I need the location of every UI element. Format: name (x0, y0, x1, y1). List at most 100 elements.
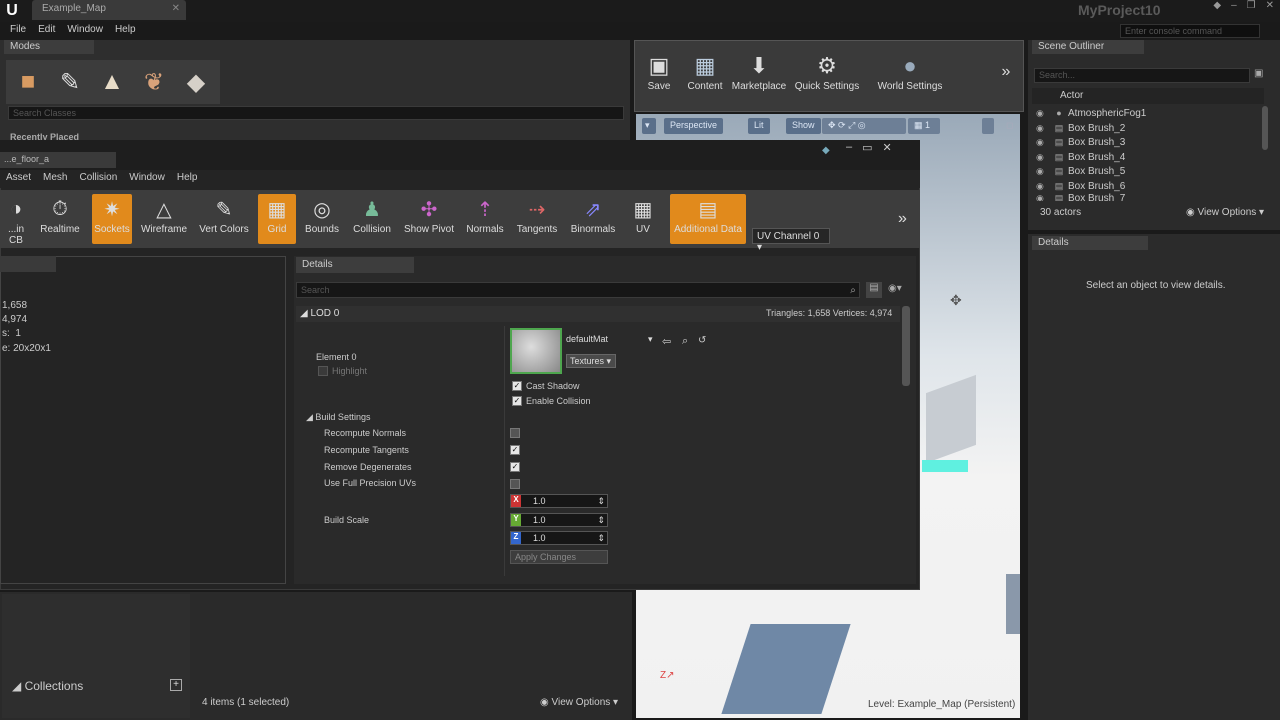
scale-z-field[interactable]: Z 1.0 ⇕ (510, 531, 608, 545)
scale-y-field[interactable]: Y 1.0 ⇕ (510, 513, 608, 527)
content-button[interactable]: ▦ Content (683, 51, 727, 92)
show-button[interactable]: Show (786, 118, 821, 134)
search-classes-input[interactable]: Search Classes (8, 106, 624, 120)
viewport-tab[interactable] (0, 256, 56, 272)
menu-edit[interactable]: Edit (32, 22, 61, 40)
mesh-editor-tab[interactable]: ...e_floor_a (0, 152, 116, 168)
visibility-eye-icon[interactable]: ◉ (1036, 108, 1050, 119)
viewport-close-icon[interactable]: ◻ (1000, 118, 1013, 134)
normals-button[interactable]: ⇡ Normals (464, 194, 506, 244)
mesh-viewport-pane[interactable] (0, 256, 286, 584)
outliner-row[interactable]: ◉ ▤ Box Brush_3 (1036, 135, 1266, 149)
visibility-eye-icon[interactable]: ◉ (1036, 193, 1050, 201)
menu-help[interactable]: Help (109, 22, 142, 40)
foliage-mode-icon[interactable]: ❦ (136, 64, 172, 100)
outliner-row[interactable]: ◉ ▤ Box Brush_4 (1036, 150, 1266, 164)
viewport-options-icon[interactable]: ▾ (642, 118, 656, 134)
details-search-input[interactable]: Search (296, 282, 860, 298)
additional-data-button[interactable]: ▤ Additional Data (670, 194, 746, 244)
vert-colors-button[interactable]: ✎ Vert Colors (196, 194, 252, 244)
reset-icon[interactable]: ↺ (698, 335, 706, 346)
binormals-button[interactable]: ⇗ Binormals (568, 194, 618, 244)
spin-icon[interactable]: ⇕ (597, 515, 605, 526)
outliner-row[interactable]: ◉ ▤ Box Brush_2 (1036, 121, 1266, 135)
outliner-settings-icon[interactable]: ▣ (1254, 68, 1263, 79)
visibility-eye-icon[interactable]: ◉ (1036, 152, 1050, 163)
transform-tools[interactable]: ✥ ⟳ ⤢ ◎ (822, 118, 906, 134)
remove-degenerates-checkbox[interactable]: ✓ (510, 462, 520, 472)
mesh-editor-titlebar[interactable] (0, 140, 920, 170)
outliner-row[interactable]: ◉ ▤ Box Brush_6 (1036, 179, 1266, 193)
menu-window[interactable]: Window (123, 170, 171, 188)
lit-button[interactable]: Lit (748, 118, 770, 134)
scale-x-field[interactable]: X 1.0 ⇕ (510, 494, 608, 508)
grid-snap-icon[interactable]: ▦ 1 (908, 118, 940, 134)
outliner-row[interactable]: ◉ ▤ Box Brush_7 (1036, 193, 1266, 201)
textures-dropdown[interactable]: Textures ▾ (566, 354, 616, 368)
menu-mesh[interactable]: Mesh (37, 170, 73, 188)
content-view-options[interactable]: ◉ View Options ▾ (540, 697, 618, 708)
bounds-button[interactable]: ◎ Bounds (302, 194, 342, 244)
landscape-mode-icon[interactable]: ▲ (94, 64, 130, 100)
apply-changes-button[interactable]: Apply Changes (510, 550, 608, 564)
place-mode-icon[interactable]: ■ (10, 64, 46, 100)
outliner-scrollbar[interactable] (1262, 106, 1268, 150)
highlight-checkbox[interactable] (318, 366, 328, 376)
modes-tab[interactable]: Modes (4, 40, 94, 54)
enable-collision-checkbox[interactable]: ✓ (512, 396, 522, 406)
maximize-icon[interactable]: ❐ (1247, 0, 1256, 14)
collision-button[interactable]: ♟ Collision (350, 194, 394, 244)
spin-icon[interactable]: ⇕ (597, 533, 605, 544)
notification-icon[interactable]: ◆ (1213, 0, 1221, 14)
outliner-row[interactable]: ◉ ● AtmosphericFog1 (1036, 106, 1266, 120)
toolbar-more-icon[interactable]: » (999, 63, 1013, 81)
visibility-eye-icon[interactable]: ◉ (1036, 123, 1050, 134)
eye-visibility-icon[interactable]: ◉▾ (888, 283, 902, 294)
paint-mode-icon[interactable]: ✎ (52, 64, 88, 100)
column-divider[interactable] (504, 326, 505, 576)
wireframe-button[interactable]: △ Wireframe (140, 194, 188, 244)
world-settings-button[interactable]: ● World Settings (875, 51, 945, 92)
minimize-icon[interactable]: – (1231, 0, 1237, 14)
details-scrollbar[interactable] (902, 306, 910, 386)
outliner-column-header[interactable]: Actor (1032, 88, 1264, 104)
grid-button[interactable]: ▦ Grid (258, 194, 296, 244)
full-precision-uvs-checkbox[interactable] (510, 479, 520, 489)
menu-window[interactable]: Window (61, 22, 109, 40)
menu-help[interactable]: Help (171, 170, 204, 188)
collections-header[interactable]: ◢ Collections (12, 679, 83, 693)
use-selected-icon[interactable]: ⇦ (662, 335, 671, 348)
close-icon[interactable]: ✕ (883, 141, 892, 155)
maximize-viewport-icon[interactable] (982, 118, 994, 134)
outliner-row[interactable]: ◉ ▤ Box Brush_5 (1036, 164, 1266, 178)
recompute-normals-checkbox[interactable] (510, 428, 520, 438)
console-input[interactable]: Enter console command (1120, 24, 1260, 38)
sockets-button[interactable]: ✷ Sockets (92, 194, 132, 244)
visibility-eye-icon[interactable]: ◉ (1036, 181, 1050, 192)
realtime-button[interactable]: ⏱ Realtime (38, 194, 82, 244)
perspective-button[interactable]: Perspective (664, 118, 724, 134)
maximize-icon[interactable]: ▭ (862, 141, 872, 155)
uv-channel-dropdown[interactable]: UV Channel 0 ▾ (752, 228, 830, 253)
quick-settings-button[interactable]: ⚙ Quick Settings (793, 51, 861, 92)
geometry-mode-icon[interactable]: ◆ (178, 64, 214, 100)
visibility-eye-icon[interactable]: ◉ (1036, 166, 1050, 177)
material-thumbnail[interactable] (510, 328, 562, 374)
add-collection-icon[interactable]: + (170, 679, 182, 691)
outliner-search-input[interactable]: Search... (1034, 68, 1250, 83)
build-settings-header[interactable]: ◢ Build Settings (306, 412, 370, 423)
marketplace-button[interactable]: ⬇ Marketplace (731, 51, 787, 92)
toolbar-more-icon[interactable]: » (898, 210, 907, 228)
tangents-button[interactable]: ⇢ Tangents (514, 194, 560, 244)
recompute-tangents-checkbox[interactable]: ✓ (510, 445, 520, 455)
minimize-icon[interactable]: – (846, 141, 852, 155)
spin-icon[interactable]: ⇕ (597, 496, 605, 507)
save-button[interactable]: ▣ Save (641, 51, 677, 92)
find-in-cb-button[interactable]: ◑ ...in CB (0, 194, 32, 247)
details-tab[interactable]: Details (296, 257, 414, 273)
close-window-icon[interactable]: ✕ (1266, 0, 1274, 14)
browse-icon[interactable]: ⌕ (682, 335, 688, 348)
cast-shadow-checkbox[interactable]: ✓ (512, 381, 522, 391)
material-dropdown[interactable]: defaultMat ▾ (566, 334, 658, 348)
menu-file[interactable]: File (4, 22, 32, 40)
